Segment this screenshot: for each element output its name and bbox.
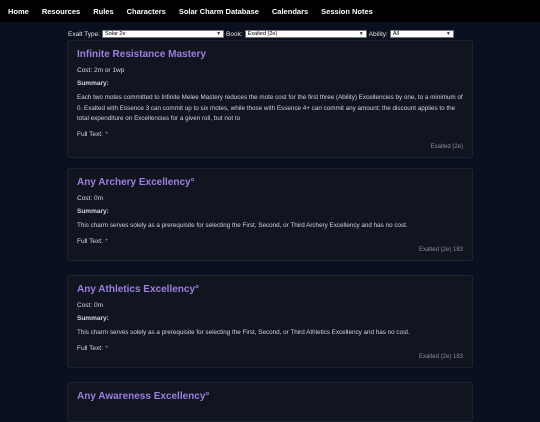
- ability-value: All: [392, 31, 399, 37]
- nav-session-notes[interactable]: Session Notes: [321, 7, 373, 16]
- charm-summary: This charm serves solely as a prerequisi…: [77, 329, 410, 336]
- charm-title: Any Athletics Excellency°: [77, 284, 200, 295]
- charm-card: Any Athletics Excellency° Cost: 0m Summa…: [67, 275, 473, 368]
- filter-bar: Exalt Type: Solar 2e ▼ Book: Exalted (2e…: [68, 30, 454, 38]
- charm-summary: This charm serves solely as a prerequisi…: [77, 222, 408, 229]
- ability-label: Ability:: [368, 30, 388, 38]
- full-text-label: Full Text:: [77, 237, 103, 245]
- charm-card: Infinite Resistance Mastery Cost: 2m or …: [67, 40, 473, 158]
- charm-cost: Cost: 0m: [77, 195, 463, 202]
- nav-home[interactable]: Home: [8, 7, 29, 16]
- summary-label: Summary:: [77, 315, 109, 322]
- nav-rules[interactable]: Rules: [93, 7, 113, 16]
- nav-resources[interactable]: Resources: [42, 7, 80, 16]
- charm-card: Any Awareness Excellency°: [67, 382, 473, 422]
- exalt-type-select[interactable]: Solar 2e ▼: [102, 30, 225, 38]
- ability-select[interactable]: All ▼: [389, 30, 454, 38]
- charm-source: Exalted (2e) 183: [418, 247, 463, 253]
- book-label: Book:: [226, 30, 243, 38]
- top-nav: Home Resources Rules Characters Solar Ch…: [0, 0, 540, 22]
- nav-characters[interactable]: Characters: [127, 7, 166, 16]
- cost-value: 0m: [93, 302, 104, 309]
- charm-source: Exalted (2e): [430, 144, 463, 150]
- book-select[interactable]: Exalted (2e) ▼: [244, 30, 367, 38]
- cost-label: Cost:: [77, 302, 93, 309]
- exalt-type-value: Solar 2e: [105, 31, 126, 37]
- charm-title: Any Awareness Excellency°: [77, 391, 210, 402]
- expand-plus-icon[interactable]: +: [105, 238, 109, 244]
- expand-plus-icon[interactable]: +: [105, 345, 109, 351]
- chevron-down-icon: ▼: [216, 31, 222, 37]
- cost-label: Cost:: [77, 195, 93, 202]
- summary-label: Summary:: [77, 208, 109, 215]
- charm-source: Exalted (2e) 183: [418, 354, 463, 360]
- exalt-type-label: Exalt Type:: [68, 30, 101, 38]
- cost-value: 2m or 1wp: [93, 67, 125, 74]
- charm-card: Any Archery Excellency° Cost: 0m Summary…: [67, 168, 473, 261]
- charm-cost: Cost: 0m: [77, 302, 463, 309]
- charm-summary: Each two motes committed to Infinite Mel…: [77, 94, 463, 122]
- charm-cost: Cost: 2m or 1wp: [77, 67, 463, 74]
- full-text-toggle[interactable]: Full Text: +: [77, 345, 463, 352]
- full-text-toggle[interactable]: Full Text: +: [77, 238, 463, 245]
- full-text-label: Full Text:: [77, 344, 103, 352]
- cost-label: Cost:: [77, 67, 93, 74]
- charm-title: Infinite Resistance Mastery: [77, 49, 206, 60]
- full-text-toggle[interactable]: Full Text: +: [77, 131, 463, 138]
- nav-calendars[interactable]: Calendars: [272, 7, 308, 16]
- summary-label: Summary:: [77, 80, 109, 87]
- charm-title: Any Archery Excellency°: [77, 177, 195, 188]
- cost-value: 0m: [93, 195, 104, 202]
- chevron-down-icon: ▼: [445, 31, 451, 37]
- nav-solar-charm-database[interactable]: Solar Charm Database: [179, 7, 259, 16]
- chevron-down-icon: ▼: [358, 31, 364, 37]
- full-text-label: Full Text:: [77, 130, 103, 138]
- book-value: Exalted (2e): [247, 31, 278, 37]
- expand-plus-icon[interactable]: +: [105, 131, 109, 137]
